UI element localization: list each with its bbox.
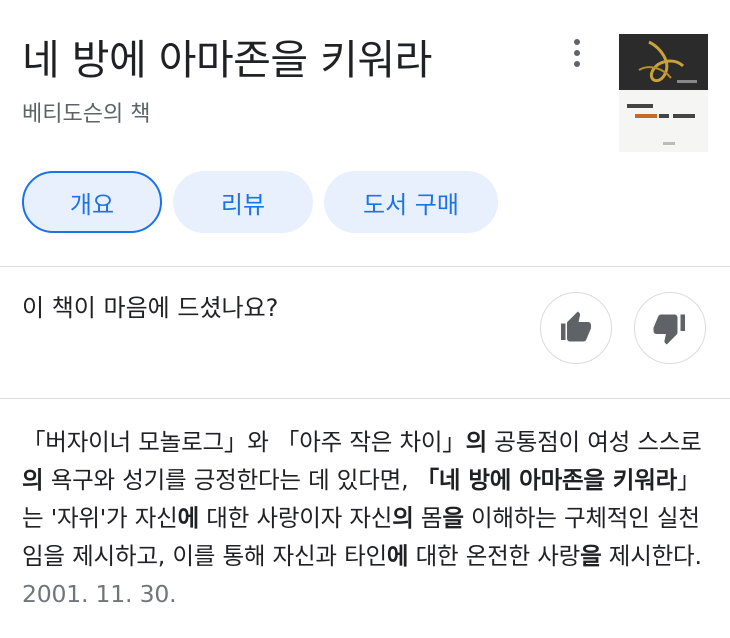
- tab-reviews[interactable]: 리뷰: [173, 171, 313, 233]
- tab-overview[interactable]: 개요: [22, 171, 162, 233]
- book-cover-image[interactable]: [619, 34, 708, 152]
- description-segment: 대한 사랑이자 자신: [199, 504, 393, 532]
- publish-date: 2001. 11. 30.: [22, 580, 177, 608]
- description-bold-segment: 을: [442, 504, 464, 532]
- thumb-up-icon: [561, 311, 591, 342]
- thumb-down-icon: [653, 314, 685, 345]
- tab-buy-book[interactable]: 도서 구매: [324, 171, 498, 233]
- description-bold-segment: 에: [177, 504, 200, 532]
- description-bold-segment: 에: [386, 542, 409, 570]
- feedback-question: 이 책이 마음에 드셨나요?: [22, 294, 279, 322]
- description-bold-segment: 의: [22, 466, 44, 494]
- description-bold-segment: 의: [465, 428, 488, 456]
- more-vert-icon[interactable]: [560, 36, 594, 70]
- thumb-up-button[interactable]: [540, 292, 612, 364]
- description-segment: 공통점이 여성 스스로: [487, 428, 702, 456]
- book-title: 네 방에 아마존을 키워라: [22, 36, 432, 84]
- description-segment: 대한 온전한 사랑: [408, 542, 581, 570]
- thumb-down-button[interactable]: [634, 292, 706, 364]
- description-bold-segment: 을: [580, 542, 602, 570]
- description-bold-segment: 「네 방에 아마존을 키워라: [415, 466, 678, 494]
- description-segment: 욕구와 성기를 긍정한다는 데 있다면,: [43, 466, 416, 494]
- description-segment: 제시한다.: [601, 542, 702, 570]
- book-subtitle: 베티도슨의 책: [22, 102, 151, 127]
- divider: [0, 398, 730, 399]
- description-segment: 「버자이너 모놀로그」와 「아주 작은 차이」: [22, 428, 466, 456]
- description-bold-segment: 의: [392, 504, 414, 532]
- description-segment: 몸: [413, 504, 443, 532]
- book-description: 「버자이너 모놀로그」와 「아주 작은 차이」의 공통점이 여성 스스로의 욕구…: [22, 423, 712, 613]
- divider: [0, 266, 730, 267]
- description-text: 「버자이너 모놀로그」와 「아주 작은 차이」의 공통점이 여성 스스로의 욕구…: [22, 428, 702, 570]
